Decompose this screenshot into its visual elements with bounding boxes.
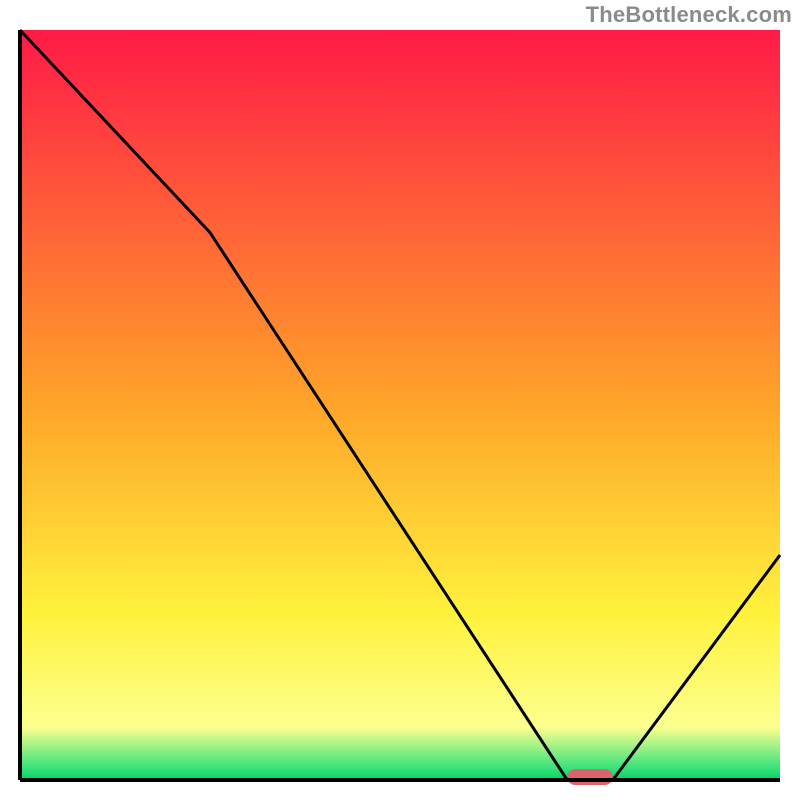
plot-background: [20, 30, 780, 780]
plot-area: [20, 30, 780, 785]
attribution-label: TheBottleneck.com: [586, 2, 792, 28]
chart-container: TheBottleneck.com: [0, 0, 800, 800]
highlight-marker: [567, 769, 613, 785]
bottleneck-chart: [0, 0, 800, 800]
